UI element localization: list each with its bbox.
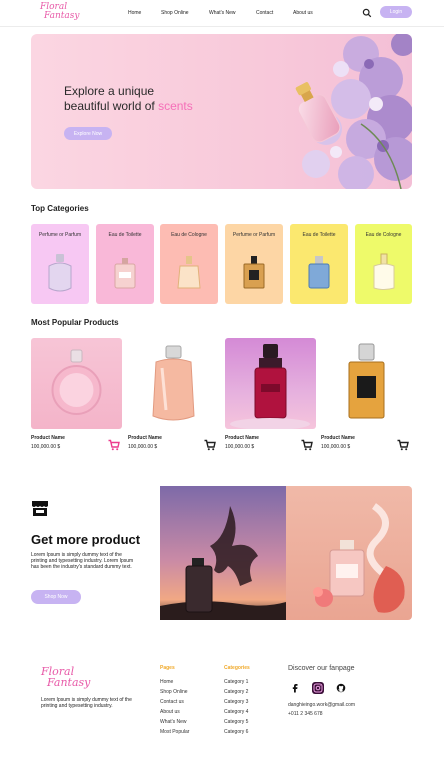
category-card-eau-de-toilette-2[interactable]: Eau de Toilette: [290, 224, 348, 304]
category-label: Eau de Cologne: [171, 232, 207, 238]
product-image[interactable]: [31, 338, 122, 429]
footer-category-link[interactable]: Category 3: [224, 699, 248, 705]
nav-whats-new[interactable]: What's New: [209, 10, 236, 16]
add-to-cart-icon[interactable]: [397, 439, 409, 451]
product-card[interactable]: Product Name 100,000.00 $: [225, 338, 316, 451]
shop-now-button[interactable]: Shop Now: [31, 590, 81, 604]
promo-title: Get more product: [31, 532, 141, 547]
fanpage-title: Discover our fanpage: [288, 665, 355, 672]
product-image[interactable]: [225, 338, 316, 429]
hero-title-plain: beautiful world of: [64, 99, 159, 113]
contact-email[interactable]: danghieingo.work@gmail.com: [288, 702, 355, 708]
footer-category-link[interactable]: Category 1: [224, 679, 248, 685]
product-image[interactable]: [321, 338, 412, 429]
promo-image-right: [286, 486, 412, 620]
footer-link-most-popular[interactable]: Most Popular: [160, 729, 189, 735]
site-header: Floral Fantasy Home Shop Online What's N…: [0, 0, 444, 26]
contact-phone: +011 2 345 678: [288, 711, 323, 717]
explore-now-button[interactable]: Explore Now: [64, 127, 112, 140]
footer-link-shop-online[interactable]: Shop Online: [160, 689, 188, 695]
footer-link-home[interactable]: Home: [160, 679, 173, 685]
hero-title: Explore a unique beautiful world of scen…: [64, 84, 193, 114]
instagram-icon[interactable]: [312, 682, 324, 694]
category-label: Eau de Toilette: [302, 232, 336, 238]
footer-category-link[interactable]: Category 6: [224, 729, 248, 735]
github-icon[interactable]: [335, 682, 347, 694]
perfume-bottle-icon: [48, 254, 72, 292]
category-label: Eau de Toilette: [108, 232, 142, 238]
category-card-eau-de-cologne[interactable]: Eau de Cologne: [160, 224, 218, 304]
footer-logo-line-2: Fantasy: [47, 676, 91, 689]
product-name: Product Name: [225, 435, 259, 441]
perfume-bottle-icon: [373, 253, 395, 290]
perfume-bottle-icon: [177, 256, 201, 289]
footer-link-about-us[interactable]: About us: [160, 709, 180, 715]
perfume-bottle-icon: [243, 256, 265, 289]
footer-pages-title: Pages: [160, 665, 175, 671]
brand-logo[interactable]: Floral Fantasy: [40, 3, 84, 25]
product-name: Product Name: [321, 435, 355, 441]
product-card[interactable]: Product Name 100,000.00 $: [31, 338, 122, 451]
product-price: 100,000.00 $: [225, 444, 255, 450]
footer-link-contact-us[interactable]: Contact us: [160, 699, 184, 705]
nav-contact[interactable]: Contact: [256, 10, 273, 16]
category-card-eau-de-toilette[interactable]: Eau de Toilette: [96, 224, 154, 304]
perfume-bottle-icon: [348, 343, 385, 419]
login-button[interactable]: Login: [380, 6, 412, 18]
add-to-cart-icon[interactable]: [108, 439, 120, 451]
product-card[interactable]: Product Name 100,000.00 $: [321, 338, 412, 451]
hero-banner: Explore a unique beautiful world of scen…: [31, 34, 412, 189]
add-to-cart-icon[interactable]: [301, 439, 313, 451]
footer-category-link[interactable]: Category 2: [224, 689, 248, 695]
footer-category-link[interactable]: Category 5: [224, 719, 248, 725]
footer-description: Lorem Ipsum is simply dummy text of the …: [41, 697, 132, 709]
category-label: Perfume or Parfum: [38, 232, 82, 238]
product-price: 100,000.00 $: [128, 444, 158, 450]
popular-products-title: Most Popular Products: [31, 318, 119, 327]
promo-image-left: [160, 486, 286, 620]
category-label: Eau de Cologne: [365, 232, 402, 238]
product-image[interactable]: [128, 338, 219, 429]
footer-categories-title: Categories: [224, 665, 250, 671]
product-name: Product Name: [128, 435, 162, 441]
nav-home[interactable]: Home: [128, 10, 141, 16]
category-label: Perfume or Parfum: [232, 232, 276, 238]
category-card-perfume-2[interactable]: Perfume or Parfum: [225, 224, 283, 304]
perfume-bottle-icon: [313, 503, 405, 613]
search-icon[interactable]: [362, 8, 372, 18]
hero-title-line-2: beautiful world of scents: [64, 99, 193, 114]
hero-title-accent: scents: [158, 99, 193, 113]
perfume-bottle-icon: [114, 258, 136, 289]
footer-link-whats-new[interactable]: What's New: [160, 719, 187, 725]
product-price: 100,000.00 $: [31, 444, 61, 450]
perfume-bottle-icon: [152, 345, 195, 421]
product-card[interactable]: Product Name 100,000.00 $: [128, 338, 219, 451]
product-price: 100,000.00 $: [321, 444, 351, 450]
category-card-eau-de-cologne-2[interactable]: Eau de Cologne: [355, 224, 412, 304]
add-to-cart-icon[interactable]: [204, 439, 216, 451]
hero-title-line-1: Explore a unique: [64, 84, 155, 98]
nav-about-us[interactable]: About us: [293, 10, 313, 16]
footer-brand-logo[interactable]: Floral Fantasy: [41, 666, 101, 692]
perfume-bottle-icon: [160, 506, 286, 620]
product-name: Product Name: [31, 435, 65, 441]
perfume-bottle-icon: [308, 256, 330, 289]
header-divider: [0, 26, 444, 27]
category-card-perfume[interactable]: Perfume or Parfum: [31, 224, 89, 304]
footer-category-link[interactable]: Category 4: [224, 709, 248, 715]
promo-description: Lorem Ipsum is simply dummy text of the …: [31, 552, 134, 570]
nav-shop-online[interactable]: Shop Online: [161, 10, 189, 16]
perfume-bottle-icon: [230, 344, 310, 429]
logo-line-2: Fantasy: [44, 11, 80, 21]
store-icon: [32, 501, 48, 516]
perfume-bottle-icon: [51, 349, 102, 415]
top-categories-title: Top Categories: [31, 204, 89, 213]
facebook-icon[interactable]: [289, 682, 301, 694]
